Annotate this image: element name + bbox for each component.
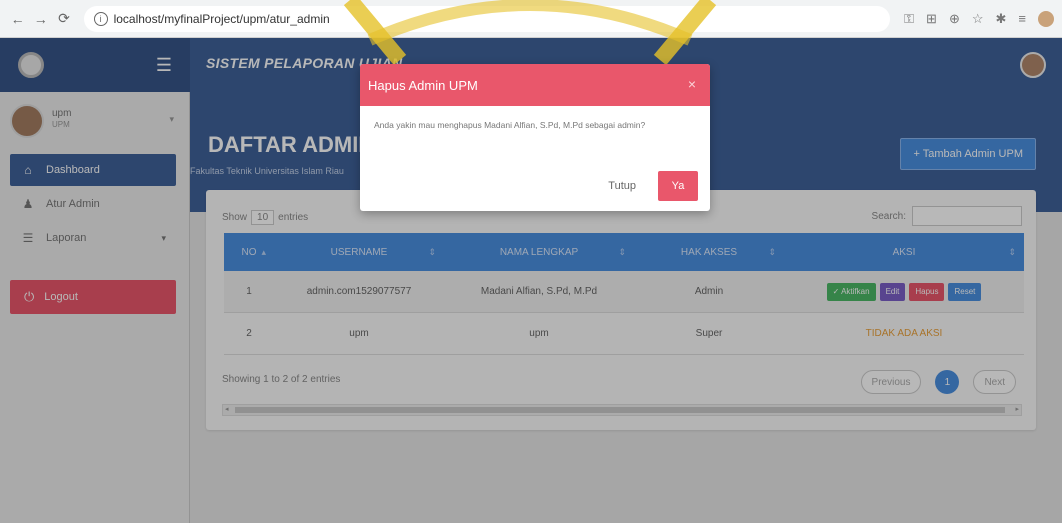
extension-icon[interactable]: ✱ <box>996 11 1007 27</box>
back-icon[interactable]: ← <box>8 9 27 29</box>
delete-admin-modal: Hapus Admin UPM × Anda yakin mau menghap… <box>360 64 710 211</box>
cancel-button[interactable]: Tutup <box>602 180 642 192</box>
forward-icon[interactable]: → <box>31 9 50 29</box>
modal-footer: Tutup Ya <box>602 171 698 201</box>
info-icon[interactable]: i <box>93 11 108 26</box>
modal-message: Anda yakin mau menghapus Madani Alfian, … <box>374 120 646 130</box>
key-icon[interactable]: ⚿ <box>904 11 914 27</box>
confirm-button[interactable]: Ya <box>658 171 698 201</box>
modal-header: Hapus Admin UPM × <box>360 64 710 106</box>
reading-list-icon[interactable]: ≡ <box>1018 11 1026 27</box>
url-text: localhost/myfinalProject/upm/atur_admin <box>113 11 330 26</box>
browser-toolbar: ← → ⟳ i localhost/myfinalProject/upm/atu… <box>0 0 1062 38</box>
star-icon[interactable]: ☆ <box>972 11 984 27</box>
close-icon[interactable]: × <box>688 76 696 92</box>
zoom-icon[interactable]: ⊕ <box>949 11 960 27</box>
browser-extensions: ⚿ ⊞ ⊕ ☆ ✱ ≡ <box>904 10 1055 27</box>
reload-icon[interactable]: ⟳ <box>54 9 73 29</box>
profile-avatar[interactable] <box>1038 10 1055 27</box>
address-bar[interactable]: i localhost/myfinalProject/upm/atur_admi… <box>83 5 891 32</box>
translate-icon[interactable]: ⊞ <box>926 11 937 27</box>
modal-title: Hapus Admin UPM <box>368 78 478 93</box>
